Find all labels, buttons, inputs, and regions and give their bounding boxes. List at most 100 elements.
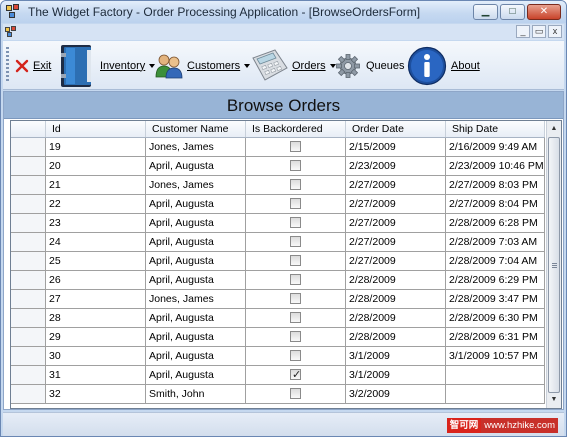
cell-ship-date[interactable]: 2/28/2009 3:47 PM [446, 290, 545, 309]
cell-is-backordered[interactable] [246, 309, 346, 328]
cell-order-date[interactable]: 3/1/2009 [346, 366, 446, 385]
cell-order-date[interactable]: 2/28/2009 [346, 328, 446, 347]
mdi-restore-button[interactable]: ▭ [532, 25, 546, 38]
cell-ship-date[interactable]: 2/28/2009 6:30 PM [446, 309, 545, 328]
backordered-checkbox[interactable] [290, 293, 301, 304]
cell-order-date[interactable]: 3/1/2009 [346, 347, 446, 366]
cell-customer-name[interactable]: April, Augusta [146, 347, 246, 366]
table-row[interactable]: 20 April, Augusta 2/23/2009 2/23/2009 10:46… [11, 157, 545, 176]
exit-button[interactable]: Exit [15, 41, 51, 90]
cell-id[interactable]: 31 [46, 366, 146, 385]
backordered-checkbox[interactable] [290, 236, 301, 247]
minimize-button[interactable]: ▁ [473, 4, 498, 20]
backordered-checkbox[interactable] [290, 331, 301, 342]
cell-customer-name[interactable]: April, Augusta [146, 328, 246, 347]
cell-is-backordered[interactable] [246, 252, 346, 271]
cell-customer-name[interactable]: April, Augusta [146, 366, 246, 385]
row-header[interactable] [11, 214, 46, 233]
row-header[interactable] [11, 195, 46, 214]
backordered-checkbox[interactable] [290, 141, 301, 152]
cell-order-date[interactable]: 2/28/2009 [346, 271, 446, 290]
column-header-is-backordered[interactable]: Is Backordered [246, 121, 346, 137]
cell-is-backordered[interactable] [246, 366, 346, 385]
cell-id[interactable]: 20 [46, 157, 146, 176]
cell-order-date[interactable]: 2/27/2009 [346, 252, 446, 271]
cell-customer-name[interactable]: Smith, John [146, 385, 246, 404]
cell-order-date[interactable]: 2/27/2009 [346, 233, 446, 252]
title-bar[interactable]: The Widget Factory - Order Processing Ap… [1, 1, 566, 23]
backordered-checkbox[interactable] [290, 388, 301, 399]
backordered-checkbox[interactable] [290, 366, 301, 384]
cell-ship-date[interactable]: 2/28/2009 6:28 PM [446, 214, 545, 233]
cell-customer-name[interactable]: Jones, James [146, 176, 246, 195]
table-row[interactable]: 25 April, Augusta 2/27/2009 2/28/2009 7:04 … [11, 252, 545, 271]
mdi-close-button[interactable]: x [548, 25, 562, 38]
cell-is-backordered[interactable] [246, 195, 346, 214]
cell-ship-date[interactable]: 2/27/2009 8:03 PM [446, 176, 545, 195]
table-row[interactable]: 19 Jones, James 2/15/2009 2/16/2009 9:49 AM [11, 138, 545, 157]
cell-customer-name[interactable]: April, Augusta [146, 309, 246, 328]
cell-order-date[interactable]: 2/15/2009 [346, 138, 446, 157]
column-header-order-date[interactable]: Order Date [346, 121, 446, 137]
cell-id[interactable]: 24 [46, 233, 146, 252]
table-row[interactable]: 29 April, Augusta 2/28/2009 2/28/2009 6:31 … [11, 328, 545, 347]
cell-is-backordered[interactable] [246, 138, 346, 157]
backordered-checkbox[interactable] [290, 274, 301, 285]
close-button[interactable]: ✕ [527, 4, 561, 20]
backordered-checkbox[interactable] [290, 255, 301, 266]
cell-id[interactable]: 25 [46, 252, 146, 271]
cell-id[interactable]: 27 [46, 290, 146, 309]
cell-ship-date[interactable]: 2/23/2009 10:46 PM [446, 157, 545, 176]
row-header[interactable] [11, 176, 46, 195]
row-header[interactable] [11, 366, 46, 385]
cell-id[interactable]: 28 [46, 309, 146, 328]
row-header[interactable] [11, 252, 46, 271]
cell-is-backordered[interactable] [246, 328, 346, 347]
cell-order-date[interactable]: 2/28/2009 [346, 290, 446, 309]
cell-is-backordered[interactable] [246, 176, 346, 195]
table-row[interactable]: 21 Jones, James 2/27/2009 2/27/2009 8:03 PM [11, 176, 545, 195]
row-header[interactable] [11, 328, 46, 347]
cell-customer-name[interactable]: April, Augusta [146, 233, 246, 252]
cell-is-backordered[interactable] [246, 157, 346, 176]
cell-order-date[interactable]: 2/28/2009 [346, 309, 446, 328]
backordered-checkbox[interactable] [290, 160, 301, 171]
cell-id[interactable]: 30 [46, 347, 146, 366]
backordered-checkbox[interactable] [290, 312, 301, 323]
row-header[interactable] [11, 233, 46, 252]
cell-ship-date[interactable]: 2/27/2009 8:04 PM [446, 195, 545, 214]
cell-order-date[interactable]: 2/27/2009 [346, 176, 446, 195]
cell-is-backordered[interactable] [246, 290, 346, 309]
cell-ship-date[interactable]: 2/16/2009 9:49 AM [446, 138, 545, 157]
table-row[interactable]: 22 April, Augusta 2/27/2009 2/27/2009 8:04 … [11, 195, 545, 214]
cell-ship-date[interactable]: 2/28/2009 6:29 PM [446, 271, 545, 290]
cell-order-date[interactable]: 3/2/2009 [346, 385, 446, 404]
backordered-checkbox[interactable] [290, 217, 301, 228]
cell-ship-date[interactable]: 2/28/2009 6:31 PM [446, 328, 545, 347]
table-row[interactable]: 24 April, Augusta 2/27/2009 2/28/2009 7:03 … [11, 233, 545, 252]
cell-customer-name[interactable]: April, Augusta [146, 252, 246, 271]
cell-id[interactable]: 19 [46, 138, 146, 157]
inventory-menu-button[interactable]: Inventory [57, 41, 156, 90]
cell-id[interactable]: 22 [46, 195, 146, 214]
cell-order-date[interactable]: 2/23/2009 [346, 157, 446, 176]
cell-id[interactable]: 21 [46, 176, 146, 195]
maximize-button[interactable]: □ [500, 4, 525, 20]
queues-button[interactable]: Queues [336, 41, 405, 90]
cell-customer-name[interactable]: April, Augusta [146, 195, 246, 214]
column-header-ship-date[interactable]: Ship Date [446, 121, 545, 137]
mdi-minimize-button[interactable]: _ [516, 25, 530, 38]
column-header-id[interactable]: Id [46, 121, 146, 137]
row-header[interactable] [11, 385, 46, 404]
scroll-down-arrow-icon[interactable]: ▼ [547, 393, 561, 407]
cell-ship-date[interactable]: 2/28/2009 7:04 AM [446, 252, 545, 271]
cell-ship-date[interactable] [446, 385, 545, 404]
table-row[interactable]: 31April, Augusta 3/1/2009 [11, 366, 545, 385]
backordered-checkbox[interactable] [290, 350, 301, 361]
cell-is-backordered[interactable] [246, 271, 346, 290]
backordered-checkbox[interactable] [290, 179, 301, 190]
cell-is-backordered[interactable] [246, 233, 346, 252]
row-header[interactable] [11, 138, 46, 157]
scrollbar-thumb[interactable] [548, 137, 560, 393]
table-row[interactable]: 27 Jones, James 2/28/2009 2/28/2009 3:47 PM [11, 290, 545, 309]
